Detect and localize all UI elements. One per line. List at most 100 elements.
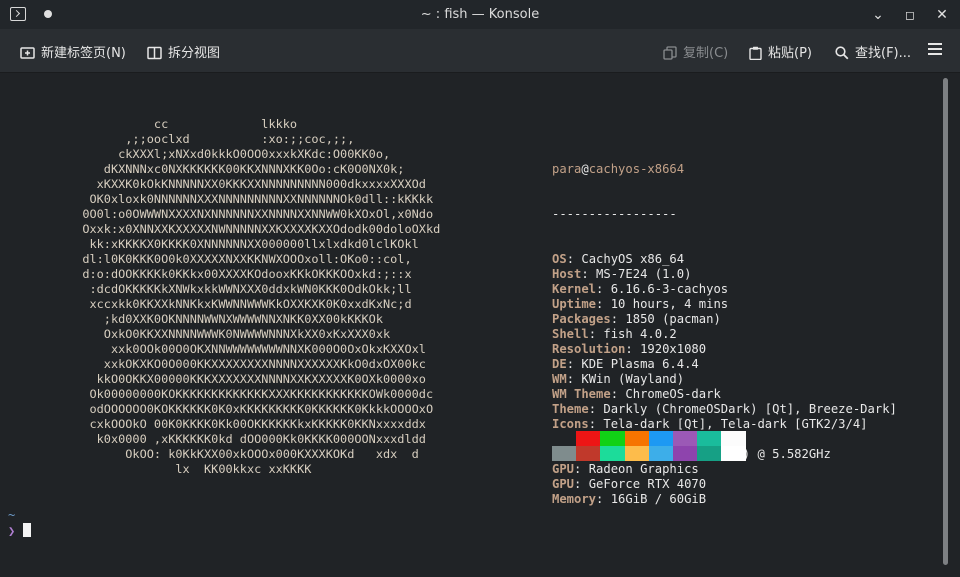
paste-label: 粘贴(P) (768, 46, 812, 61)
logo-line: cc lkkko (68, 117, 298, 131)
info-row: Theme: Darkly (ChromeOSDark) [Qt], Breez… (552, 402, 897, 416)
minimize-icon[interactable]: ⌄ (868, 5, 888, 25)
logo-line: xccxkk0KKXXkNNKkxKWWNNWWWKkOXXKXK0K0xxdK… (68, 297, 412, 311)
info-value: ChromeOS-dark (625, 387, 721, 401)
palette-swatch (721, 446, 746, 461)
logo-line: :dcdOKKKKKkXNWkxkkWWNXXX0ddxkWN0KKK0OdkO… (68, 282, 412, 296)
cachyos-ascii-logo: cc lkkko ,;;ooclxd :xo:;;coc,;;, ckXXXl;… (68, 117, 440, 477)
info-value: KDE Plasma 6.4.4 (581, 357, 699, 371)
logo-line: lx KK00kkxc xxKKKK (68, 462, 312, 476)
logo-line: xKXXK0kOkKNNNNNXX0KKKXXNNNNNNNNN000dkxxx… (68, 177, 426, 191)
info-value: CachyOS x86_64 (581, 252, 685, 266)
info-key: Host (552, 267, 582, 281)
find-button[interactable]: 查找(F)... (835, 42, 911, 61)
info-key: Resolution (552, 342, 626, 356)
info-key: GPU (552, 477, 575, 491)
palette-swatch (624, 446, 649, 461)
logo-line: OK0xloxk0NNNNNNXXXNNNNNNNNNXXNNNNNNOk0dl… (68, 192, 434, 206)
copy-button[interactable]: 复制(C) (663, 42, 728, 61)
info-key: Theme (552, 402, 589, 416)
info-value: KWin (Wayland) (581, 372, 685, 386)
user-name: para (552, 162, 582, 176)
palette-swatch (552, 431, 577, 446)
info-row: WM Theme: ChromeOS-dark (552, 387, 721, 401)
text-cursor (23, 523, 32, 537)
title-bar: ~ : fish — Konsole ⌄ ◻ ✕ (0, 0, 960, 29)
info-key: DE (552, 357, 567, 371)
palette-swatch (648, 446, 673, 461)
split-view-label: 拆分视图 (168, 46, 221, 61)
paste-button[interactable]: 粘贴(P) (749, 42, 812, 61)
info-key: Shell (552, 327, 589, 341)
find-label: 查找(F)... (855, 46, 912, 61)
palette-swatch (624, 431, 649, 446)
info-value: 10 hours, 4 mins (610, 297, 729, 311)
system-info-output: para@cachyos-x8664 ----------------- OS:… (552, 132, 897, 522)
close-icon[interactable]: ✕ (932, 5, 952, 25)
logo-line: OxkO0KKXXNNNNWWWK0NWWWWNNNXkXX0xKxXXX0xk (68, 327, 391, 341)
info-key: WM Theme (552, 387, 611, 401)
logo-line: d:o:dOOKKKKk0KKkx00XXXXKOdooxKKkOKKKOOxk… (68, 267, 412, 281)
palette-swatch (600, 446, 625, 461)
new-tab-label: 新建标签页(N) (41, 46, 126, 61)
window-title: ~ : fish — Konsole (420, 7, 540, 22)
host-name: cachyos-x8664 (588, 162, 685, 176)
toolbar: 新建标签页(N) ⌄ 拆分视图 复制(C) 粘贴(P) 查找(F)... (0, 29, 960, 94)
info-value: 1850 (pacman) (625, 312, 721, 326)
logo-line: kkO0OKKX00000KKKXXXXXXXNNNNXXKXXXXXK0OXk… (68, 372, 426, 386)
info-row: WM: KWin (Wayland) (552, 372, 685, 386)
copy-icon (663, 46, 677, 60)
info-key: WM (552, 372, 567, 386)
prompt-cwd: ~ (8, 508, 16, 522)
info-row: Icons: Tela-dark [Qt], Tela-dark [GTK2/3… (552, 417, 868, 431)
palette-swatch (648, 431, 673, 446)
info-value: 16GiB / 60GiB (610, 492, 707, 506)
palette-swatch (672, 446, 698, 461)
info-row: Uptime: 10 hours, 4 mins (552, 297, 729, 311)
logo-line: odOOOOOO0KOKKKKKK0K0xKKKKKKKKK0KKKKKK0Kk… (68, 402, 434, 416)
info-value: Radeon Graphics (588, 462, 699, 476)
logo-line: dl:l0K0KKK0O0k0XXXXXNXXKKNWXOOOxoll:OKo0… (68, 252, 412, 266)
shell-prompt[interactable]: ~ ❯ (8, 508, 32, 539)
info-row: GPU: Radeon Graphics (552, 462, 699, 476)
color-palette (552, 431, 746, 461)
info-key: Icons (552, 417, 589, 431)
info-row: GPU: GeForce RTX 4070 (552, 477, 707, 491)
info-value: fish 4.0.2 (603, 327, 677, 341)
hamburger-menu-icon[interactable] (928, 43, 942, 55)
logo-line: dKXNNNxc0NXKKKKKK00KKXNNNXKK0Oo:cK0O0NX0… (68, 162, 405, 176)
split-view-button[interactable]: 拆分视图 (147, 42, 220, 61)
info-key: Kernel (552, 282, 597, 296)
info-row: Memory: 16GiB / 60GiB (552, 492, 707, 506)
terminal-scrollbar[interactable] (943, 78, 948, 565)
palette-swatch (600, 431, 625, 446)
info-key: Memory (552, 492, 597, 506)
logo-line: cxkOOOkO 00K0KKKK0Kk00OKKKKKKkxKKKKK0KKN… (68, 417, 426, 431)
info-value: Tela-dark [Qt], Tela-dark [GTK2/3/4] (603, 417, 868, 431)
logo-line: Ok00000000KOKKKKKKKKKKKKKXXXKKKKKKKKKKKO… (68, 387, 434, 401)
info-row: Host: MS-7E24 (1.0) (552, 267, 692, 281)
logo-line: kk:xKKKKX0KKKK0XNNNNNNXX000000llxlxdkd0l… (68, 237, 419, 251)
maximize-icon[interactable]: ◻ (900, 5, 920, 25)
logo-line: ,;;ooclxd :xo:;;coc,;;, (68, 132, 355, 146)
info-row: Kernel: 6.16.6-3-cachyos (552, 282, 729, 296)
search-icon (835, 46, 849, 60)
info-value: 6.16.6-3-cachyos (610, 282, 729, 296)
logo-line: ;kd0XXK0OKNNNNWWNXWWWWNNXNKK0XX00kKKKOk (68, 312, 383, 326)
info-key: Packages (552, 312, 611, 326)
info-row: Packages: 1850 (pacman) (552, 312, 721, 326)
info-value: MS-7E24 (1.0) (596, 267, 692, 281)
palette-swatch (672, 431, 698, 446)
info-value: GeForce RTX 4070 (588, 477, 707, 491)
palette-swatch (697, 446, 722, 461)
new-tab-button[interactable]: 新建标签页(N) (20, 42, 126, 61)
palette-swatch (576, 446, 601, 461)
split-view-icon (147, 46, 162, 60)
paste-icon (749, 46, 762, 61)
info-row: DE: KDE Plasma 6.4.4 (552, 357, 699, 371)
palette-swatch (721, 431, 746, 446)
new-tab-icon (20, 47, 35, 59)
user-host-line: para@cachyos-x8664 (552, 162, 685, 176)
logo-line: ckXXXl;xNXxd0kkkO0OO0xxxkXKdc:O00KK0o, (68, 147, 391, 161)
logo-line: OkOO: k0KkKXX00xkOOOx000KXXXKOKd xdx d (68, 447, 419, 461)
